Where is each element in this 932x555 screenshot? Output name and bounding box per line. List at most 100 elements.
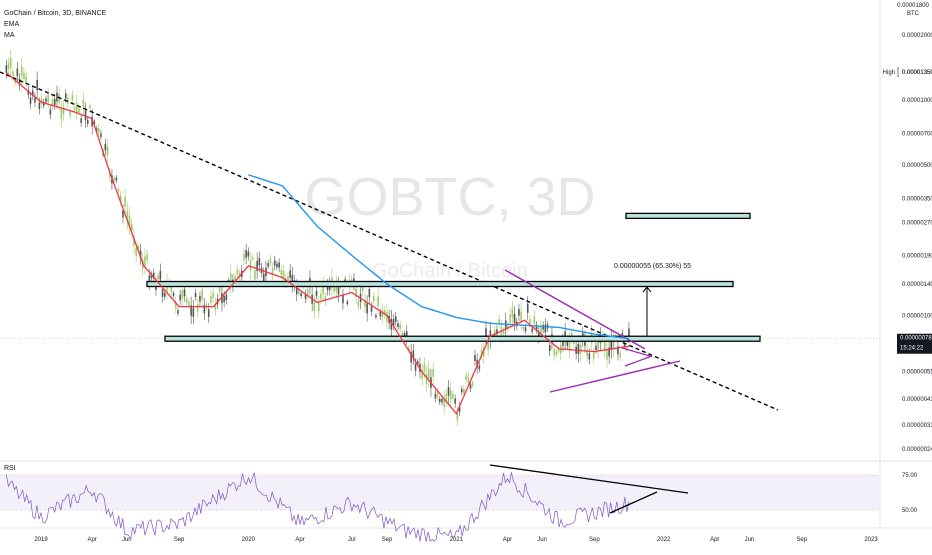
candle-body	[366, 303, 368, 314]
legend-ma[interactable]: MA	[4, 30, 106, 41]
candle-body	[300, 293, 302, 297]
candle-body	[282, 270, 285, 278]
candle-body	[20, 66, 23, 77]
candle-body	[192, 307, 195, 317]
candle-body	[196, 304, 199, 312]
watermark-symbol: GOBTC, 3D	[304, 167, 595, 227]
price-tick: 0.00000270	[902, 221, 932, 227]
candle-body	[463, 388, 465, 394]
candle-body	[36, 79, 38, 91]
price-currency: BTC	[907, 11, 920, 17]
time-tick: Apr	[295, 537, 304, 543]
candle-body	[236, 269, 239, 275]
price-tick: 0.00000140	[902, 282, 932, 288]
price-tick: 0.00000055	[902, 369, 932, 375]
candle-body	[194, 292, 197, 298]
candle-body	[71, 94, 74, 101]
candle-body	[51, 99, 54, 106]
candle-body	[436, 392, 439, 397]
candle-body	[313, 302, 316, 312]
time-tick: Sep	[382, 537, 393, 543]
candle-body	[185, 298, 188, 303]
candle-body	[181, 290, 184, 299]
price-tick: 0.00000041	[902, 397, 932, 403]
time-tick: 2020	[242, 537, 256, 543]
candle-body	[251, 256, 254, 260]
candle-body	[606, 350, 608, 360]
candle-body	[273, 260, 276, 266]
candle-body	[53, 98, 56, 105]
candle-body	[172, 293, 175, 296]
candle-body	[157, 275, 159, 280]
candle-body	[267, 263, 269, 267]
candle-body	[9, 57, 12, 68]
candle-body	[135, 247, 137, 256]
chart-root: GOBTC, 3D GoChain / Bitcoin 0.00001800 BTC 0…	[0, 0, 932, 550]
candle-body	[69, 110, 71, 116]
candle-body	[212, 292, 214, 299]
time-tick: Jun	[537, 537, 547, 543]
candle-body	[75, 102, 78, 113]
time-tick: Apr	[87, 537, 96, 543]
upper-target-zone	[625, 212, 751, 220]
candle-body	[342, 295, 344, 304]
candle-body	[254, 269, 256, 280]
candle-body	[427, 368, 430, 379]
price-tick: 0.00000500	[902, 163, 932, 169]
candle-body	[518, 309, 520, 316]
candle-body	[62, 106, 65, 115]
candle-body	[509, 314, 511, 323]
candle-body	[375, 315, 377, 318]
candle-body	[414, 363, 417, 371]
rsi-tick: 75.00	[902, 473, 918, 479]
candle-body	[511, 308, 514, 318]
candle-body	[25, 76, 27, 83]
candle-body	[454, 398, 456, 404]
candle-body	[117, 188, 120, 192]
last-price-value: 0.00000078	[900, 336, 932, 342]
price-tick: 0.00000700	[902, 131, 932, 137]
candle-body	[104, 143, 107, 151]
candle-body	[579, 344, 582, 354]
candle-body	[47, 94, 49, 103]
time-tick: Jul	[348, 537, 356, 543]
candle-body	[320, 293, 322, 300]
candle-body	[513, 313, 516, 324]
candle-body	[524, 327, 527, 332]
candle-body	[467, 376, 470, 383]
candle-body	[16, 68, 19, 77]
candle-body	[449, 390, 452, 400]
price-tick: 0.00002000	[902, 33, 932, 39]
candle-body	[397, 323, 399, 328]
chart-legend: GoChain / Bitcoin, 3D, BINANCE EMA MA	[4, 8, 106, 41]
candle-body	[183, 289, 186, 297]
candle-body	[471, 382, 474, 386]
candle-body	[522, 326, 525, 330]
time-tick: Sep	[589, 537, 600, 543]
candle-body	[317, 302, 320, 312]
candle-body	[553, 349, 555, 356]
candle-body	[243, 253, 245, 261]
chart-canvas[interactable]: GOBTC, 3D GoChain / Bitcoin 0.00001800 BTC 0…	[0, 0, 932, 550]
candle-body	[324, 296, 327, 302]
candle-body	[97, 127, 100, 133]
candle-body	[12, 71, 14, 77]
candle-body	[566, 341, 569, 346]
candle-body	[333, 287, 335, 292]
candle-body	[188, 301, 190, 307]
candle-body	[465, 375, 467, 380]
candle-body	[245, 250, 247, 258]
candle-body	[368, 288, 371, 298]
support-zone	[164, 335, 761, 342]
high-label: High	[883, 70, 895, 76]
legend-ema[interactable]: EMA	[4, 19, 106, 30]
rsi-label: RSI	[4, 465, 16, 472]
candle-body	[287, 275, 289, 281]
candle-body	[247, 251, 250, 257]
candle-body	[262, 273, 265, 282]
candle-body	[628, 328, 630, 337]
price-tick: 0.00000031	[902, 423, 932, 429]
candle-body	[64, 93, 67, 99]
price-tick: 0.00000190	[902, 253, 932, 259]
candle-body	[577, 343, 580, 355]
